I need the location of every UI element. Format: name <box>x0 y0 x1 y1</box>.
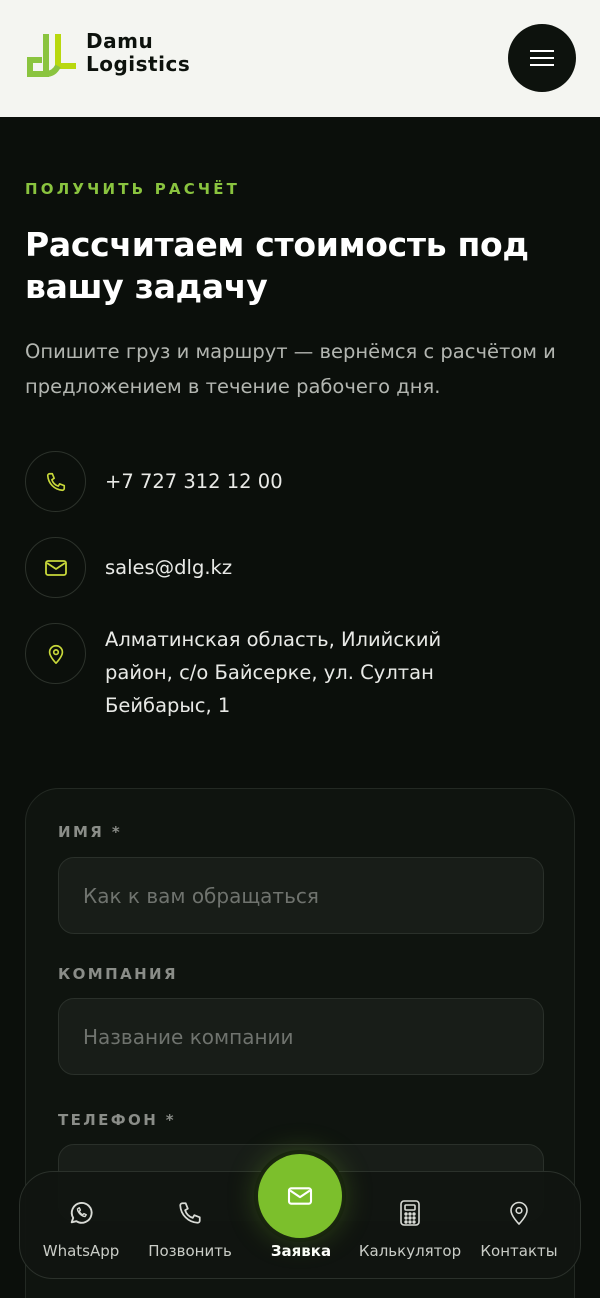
nav-request-label[interactable]: Заявка <box>258 1242 344 1260</box>
hamburger-icon <box>530 50 554 66</box>
mail-icon <box>287 1187 313 1205</box>
page-title: Рассчитаем стоимость под вашу задачу <box>25 225 529 306</box>
nav-call-label: Позвонить <box>148 1242 232 1260</box>
nav-contacts-label: Контакты <box>480 1242 558 1260</box>
logo-text: Damu Logistics <box>86 30 190 76</box>
contact-address: Алматинская область, Илийский район, с/о… <box>25 623 575 723</box>
logo[interactable]: Damu Logistics <box>24 30 204 86</box>
request-button[interactable] <box>258 1154 342 1238</box>
nav-calculator-label: Калькулятор <box>358 1242 462 1260</box>
contact-address-text: Алматинская область, Илийский район, с/о… <box>105 628 442 717</box>
contact-phone-text[interactable]: +7 727 312 12 00 <box>105 465 283 498</box>
location-pin-icon <box>25 623 86 684</box>
logo-line-2: Logistics <box>86 52 191 76</box>
menu-button[interactable] <box>508 24 576 92</box>
nav-whatsapp-label: WhatsApp <box>42 1242 120 1260</box>
phone-icon <box>177 1198 203 1228</box>
location-pin-icon <box>507 1198 531 1228</box>
contact-phone[interactable]: +7 727 312 12 00 <box>25 451 575 512</box>
site-header: Damu Logistics <box>0 0 600 117</box>
nav-call[interactable]: Позвонить <box>135 1172 245 1280</box>
contact-email[interactable]: sales@dlg.kz <box>25 537 575 598</box>
name-input[interactable] <box>58 857 544 934</box>
name-label: ИМЯ * <box>58 823 123 841</box>
logo-line-1: Damu <box>86 29 154 53</box>
request-fab-ring <box>254 1150 346 1242</box>
nav-contacts[interactable]: Контакты <box>464 1172 574 1280</box>
calculator-icon <box>398 1198 422 1228</box>
phone-icon <box>25 451 86 512</box>
contact-email-text[interactable]: sales@dlg.kz <box>105 551 232 584</box>
company-label: КОМПАНИЯ <box>58 965 178 983</box>
mail-icon <box>25 537 86 598</box>
phone-label: ТЕЛЕФОН * <box>58 1111 177 1129</box>
nav-calculator[interactable]: Калькулятор <box>355 1172 465 1280</box>
nav-whatsapp[interactable]: WhatsApp <box>26 1172 136 1280</box>
company-input[interactable] <box>58 998 544 1075</box>
logo-mark-icon <box>27 34 76 77</box>
lead-text: Опишите груз и маршрут — вернёмся с расч… <box>25 340 556 398</box>
section-eyebrow: ПОЛУЧИТЬ РАСЧЁТ <box>25 180 241 198</box>
whatsapp-icon <box>67 1198 95 1228</box>
